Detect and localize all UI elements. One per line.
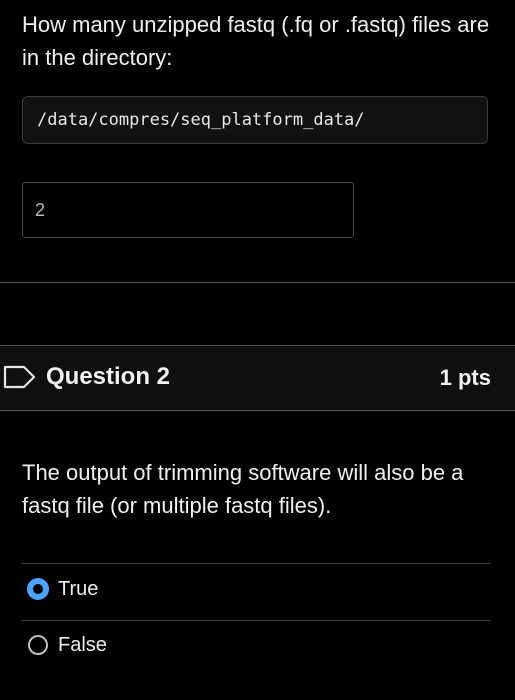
radio-selected-icon[interactable]	[28, 579, 48, 599]
radio-unselected-icon[interactable]	[28, 635, 48, 655]
option-divider	[22, 620, 490, 621]
directory-path-text: /data/compres/seq_platform_data/	[37, 110, 365, 130]
question-2-points: 1 pts	[439, 365, 491, 390]
question-1-prompt: How many unzipped fastq (.fq or .fastq) …	[22, 12, 490, 70]
option-divider	[22, 563, 490, 564]
quiz-page: How many unzipped fastq (.fq or .fastq) …	[0, 0, 515, 700]
question-divider	[0, 282, 515, 283]
question-2-header: Question 2 1 pts	[0, 345, 515, 411]
directory-path-code: /data/compres/seq_platform_data/	[22, 96, 488, 144]
question-2-title: Question 2	[46, 363, 171, 390]
question-2-prompt: The output of trimming software will als…	[22, 460, 464, 518]
option-false[interactable]: False	[28, 632, 107, 658]
option-true[interactable]: True	[28, 576, 98, 602]
option-false-label: False	[58, 633, 107, 656]
option-true-label: True	[58, 577, 99, 600]
flag-outline-icon[interactable]	[2, 364, 36, 390]
question-1-answer-input[interactable]	[22, 182, 354, 238]
